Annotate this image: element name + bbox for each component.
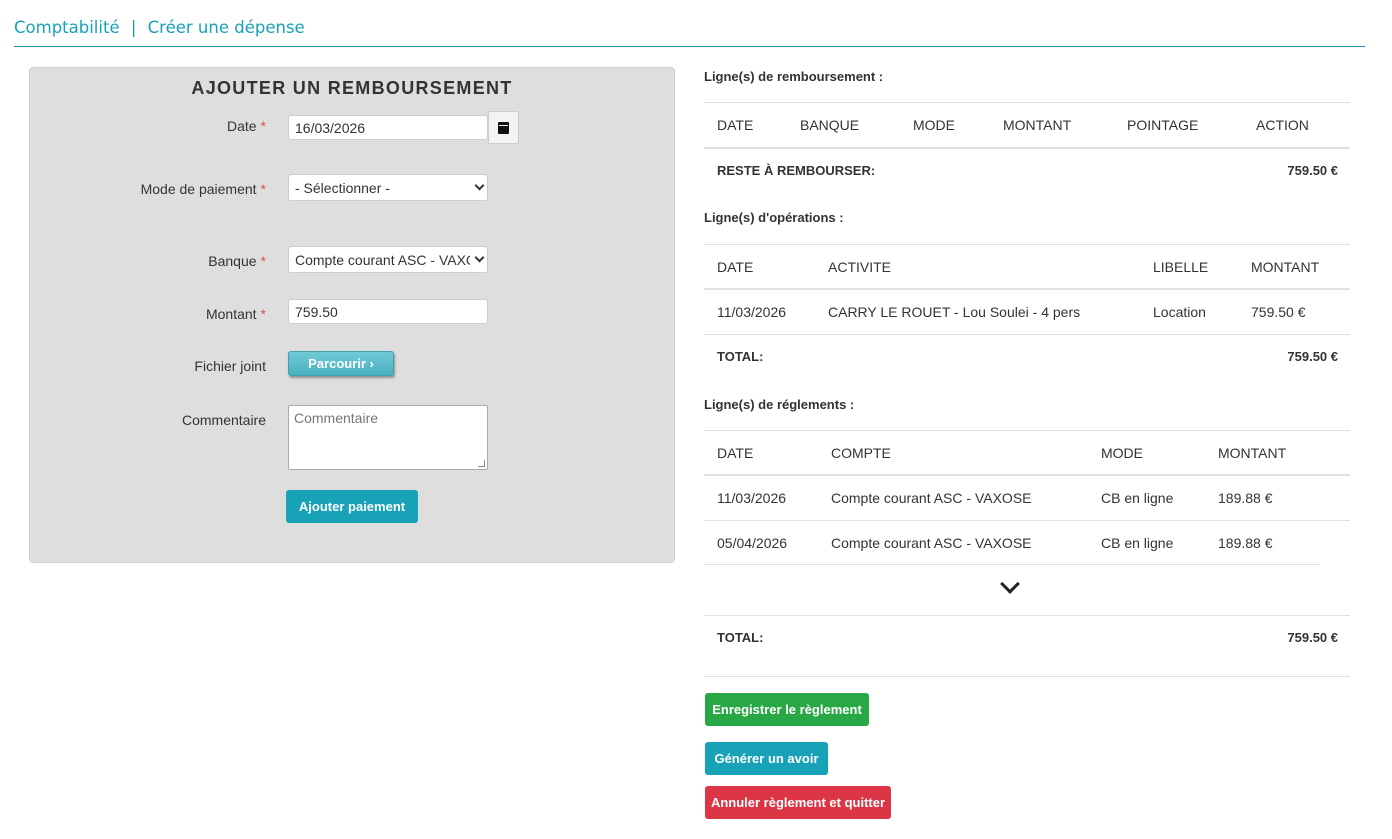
refunds-header-date: DATE [717, 117, 754, 133]
payment-mode-select[interactable]: - Sélectionner - [288, 174, 488, 201]
form-title: AJOUTER UN REMBOURSEMENT [191, 78, 513, 98]
bank-value: Compte courant ASC - VAXO [295, 251, 470, 268]
payment-account: Compte courant ASC - VAXOSE [831, 490, 1032, 506]
required-mark: * [260, 181, 266, 197]
cancel-and-quit-button[interactable]: Annuler règlement et quitter [705, 786, 891, 819]
breadcrumb: Comptabilité | Créer une dépense [14, 18, 1365, 47]
breadcrumb-separator: | [130, 18, 137, 37]
payment-date: 11/03/2026 [717, 490, 787, 506]
chevron-down-icon [474, 180, 485, 191]
refunds-title: Ligne(s) de remboursement : [704, 69, 884, 84]
operations-total-label: TOTAL: [717, 349, 764, 364]
amount-input[interactable]: 759.50 [288, 299, 488, 324]
payment-date: 05/04/2026 [717, 535, 788, 551]
payments-total-value: 759.50 € [1287, 630, 1338, 645]
calendar-icon [498, 121, 509, 134]
operations-header-activity: ACTIVITE [828, 259, 892, 275]
required-mark: * [260, 306, 266, 322]
payments-header-amount: MONTANT [1218, 445, 1287, 461]
chevron-down-icon[interactable] [1000, 574, 1020, 594]
comment-label: Commentaire [181, 412, 266, 428]
payment-amount: 189.88 € [1218, 535, 1273, 551]
required-mark: * [260, 118, 266, 134]
payments-header-mode: MODE [1101, 445, 1143, 461]
payments-total-label: TOTAL: [717, 630, 764, 645]
divider [704, 147, 1350, 149]
payment-amount: 189.88 € [1218, 490, 1273, 506]
divider [704, 676, 1350, 677]
payments-title: Ligne(s) de réglements : [704, 397, 855, 412]
refunds-header-pointage: POINTAGE [1127, 117, 1199, 133]
resize-handle-icon[interactable] [478, 460, 485, 467]
payment-mode-label: Mode de paiement * [140, 181, 266, 197]
operations-total-value: 759.50 € [1287, 349, 1338, 364]
payments-header-date: DATE [717, 445, 754, 461]
bank-select[interactable]: Compte courant ASC - VAXO [288, 246, 488, 273]
attachment-label: Fichier joint [194, 358, 266, 374]
divider [704, 244, 1350, 245]
divider [704, 430, 1350, 431]
operation-activity: CARRY LE ROUET - Lou Soulei - 4 pers [828, 304, 1081, 320]
refunds-header-bank: BANQUE [800, 117, 860, 133]
divider [704, 288, 1350, 290]
date-picker-button[interactable] [488, 111, 519, 144]
chevron-down-icon [474, 252, 485, 263]
payments-header-account: COMPTE [831, 445, 891, 461]
divider [704, 474, 1350, 476]
payment-mode: CB en ligne [1101, 490, 1174, 506]
refunds-header-mode: MODE [913, 117, 955, 133]
add-payment-button[interactable]: Ajouter paiement [286, 490, 418, 523]
comment-textarea[interactable]: Commentaire [288, 405, 488, 470]
bank-label: Banque * [208, 253, 266, 269]
operations-header-amount: MONTANT [1251, 259, 1320, 275]
payment-account: Compte courant ASC - VAXOSE [831, 535, 1032, 551]
browse-button[interactable]: Parcourir › [288, 351, 394, 376]
operation-amount: 759.50 € [1251, 304, 1306, 320]
divider [704, 520, 1350, 521]
required-mark: * [260, 253, 266, 269]
operation-label: Location [1153, 304, 1206, 320]
divider [704, 564, 1320, 565]
date-label: Date * [226, 118, 266, 134]
remaining-value: 759.50 € [1287, 163, 1338, 178]
divider [704, 334, 1350, 335]
breadcrumb-page: Créer une dépense [147, 18, 305, 37]
divider [704, 615, 1350, 616]
refund-form-panel: AJOUTER UN REMBOURSEMENT Date * 16/03/202… [29, 67, 675, 563]
refunds-header-action: ACTION [1256, 117, 1309, 133]
payment-mode: CB en ligne [1101, 535, 1174, 551]
generate-credit-button[interactable]: Générer un avoir [705, 742, 828, 775]
breadcrumb-section[interactable]: Comptabilité [14, 18, 120, 37]
operations-header-label: LIBELLE [1153, 259, 1209, 275]
remaining-label: RESTE À REMBOURSER: [717, 163, 876, 178]
operations-header-date: DATE [717, 259, 754, 275]
date-input[interactable]: 16/03/2026 [288, 115, 488, 140]
operations-title: Ligne(s) d'opérations : [704, 210, 844, 225]
amount-label: Montant * [205, 306, 266, 322]
divider [704, 102, 1350, 103]
operation-date: 11/03/2026 [717, 304, 787, 320]
save-payment-button[interactable]: Enregistrer le règlement [705, 693, 869, 726]
payment-mode-value: - Sélectionner - [295, 179, 390, 196]
comment-placeholder: Commentaire [294, 410, 379, 426]
refunds-header-amount: MONTANT [1003, 117, 1072, 133]
